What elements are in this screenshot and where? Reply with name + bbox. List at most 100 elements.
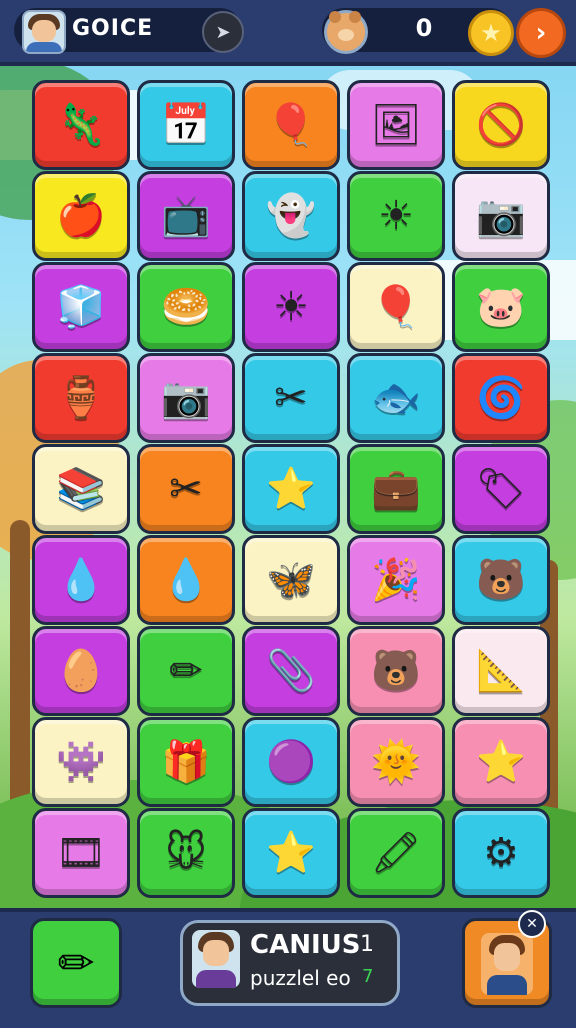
sun-icon: ☀ [378,193,414,239]
tile-black-bear-icon[interactable]: 🐻 [347,626,445,716]
player-card-count: 7 [362,966,374,987]
purple-ball-icon: 🟣 [266,739,316,785]
tile-vase-icon[interactable]: 🏺 [32,353,130,443]
tool-button[interactable]: ✏ [30,918,122,1008]
party-hat-icon: 🎉 [371,557,421,603]
tile-star-icon[interactable]: ⭐ [242,444,340,534]
tile-film-icon[interactable]: 🎞 [32,808,130,898]
black-bear-icon: 🐻 [371,648,421,694]
balloon-icon: 🎈 [266,102,316,148]
tile-balloon-stand-icon[interactable]: 🎈 [347,262,445,352]
camera-icon: 📷 [161,375,211,421]
balloon-stand-icon: 🎈 [371,284,421,330]
box-icon: 🧊 [56,284,106,330]
tile-star-icon[interactable]: ⭐ [452,717,550,807]
tile-scissors-icon[interactable]: ✂ [242,353,340,443]
tile-droplet-icon[interactable]: 💧 [137,535,235,625]
gear-icon: ⚙ [483,830,519,876]
tile-purple-ball-icon[interactable]: 🟣 [242,717,340,807]
tile-sun-icon[interactable]: ☀ [347,171,445,261]
sun-face-icon: 🌞 [371,739,421,785]
tile-tag-icon[interactable]: 🏷 [452,444,550,534]
tile-striped-card-icon[interactable]: 🚫 [452,80,550,170]
crayon-icon: 🖍 [370,830,422,876]
player-card-title: CANIUS [250,930,361,960]
scissors-icon: ✂ [169,466,203,512]
picture-card-icon: 🖼 [370,102,422,148]
sun-icon: ☀ [273,284,309,330]
butterfly-icon: 🦋 [266,557,316,603]
droplet-icon: 💧 [56,557,106,603]
close-icon[interactable]: ✕ [518,910,546,938]
tile-triangle-icon[interactable]: 📐 [452,626,550,716]
books-icon: 📚 [56,466,106,512]
tile-droplet-icon[interactable]: 💧 [32,535,130,625]
star-icon: ⭐ [266,466,316,512]
ghost-icon: 👻 [266,193,316,239]
tile-books-icon[interactable]: 📚 [32,444,130,534]
tile-mouse-icon[interactable]: 🐭 [137,808,235,898]
tile-calendar-icon[interactable]: 📅 [137,80,235,170]
apple-icon: 🍎 [56,193,106,239]
paperclip-icon: 📎 [266,648,316,694]
film-icon: 🎞 [55,830,107,876]
tile-party-hat-icon[interactable]: 🎉 [347,535,445,625]
tag-icon: 🏷 [475,466,527,512]
tile-fish-icon[interactable]: 🐟 [347,353,445,443]
green-creature-icon: 🦎 [56,102,106,148]
tile-bear-face-icon[interactable]: 🐻 [452,535,550,625]
scissors-icon: ✂ [274,375,308,421]
striped-card-icon: 🚫 [476,102,526,148]
camera-icon: 📷 [476,193,526,239]
tile-tv-icon[interactable]: 📺 [137,171,235,261]
face-bubble-icon: 🐷 [476,284,526,330]
tile-green-creature-icon[interactable]: 🦎 [32,80,130,170]
tile-monster-icon[interactable]: 👾 [32,717,130,807]
tile-sun-face-icon[interactable]: 🌞 [347,717,445,807]
tile-sun-icon[interactable]: ☀ [242,262,340,352]
tile-gift-box-icon[interactable]: 🎁 [137,717,235,807]
star-icon: ⭐ [266,830,316,876]
tv-icon: 📺 [161,193,211,239]
tile-balloon-icon[interactable]: 🎈 [242,80,340,170]
dome-icon: 🥯 [161,284,211,330]
tile-pinwheel-icon[interactable]: 🌀 [452,353,550,443]
tile-box-icon[interactable]: 🧊 [32,262,130,352]
mouse-icon: 🐭 [165,830,207,876]
player-card-level: 1 [360,932,374,957]
tile-dome-icon[interactable]: 🥯 [137,262,235,352]
player-avatar [192,930,240,988]
tile-egg-icon[interactable]: 🥚 [32,626,130,716]
tile-star-icon[interactable]: ⭐ [242,808,340,898]
tile-ghost-icon[interactable]: 👻 [242,171,340,261]
tile-camera-icon[interactable]: 📷 [452,171,550,261]
briefcase-icon: 💼 [371,466,421,512]
friend-avatar-icon [481,933,533,995]
crossed-pencils-icon: ✏ [57,937,95,989]
pencil-icon: ✏ [169,648,203,694]
bear-face-icon: 🐻 [476,557,526,603]
tile-gear-icon[interactable]: ⚙ [452,808,550,898]
tile-face-bubble-icon[interactable]: 🐷 [452,262,550,352]
pinwheel-icon: 🌀 [476,375,526,421]
vase-icon: 🏺 [56,375,106,421]
tile-camera-icon[interactable]: 📷 [137,353,235,443]
tile-apple-icon[interactable]: 🍎 [32,171,130,261]
monster-icon: 👾 [56,739,106,785]
tile-scissors-icon[interactable]: ✂ [137,444,235,534]
tile-briefcase-icon[interactable]: 💼 [347,444,445,534]
calendar-icon: 📅 [161,102,211,148]
tile-crayon-icon[interactable]: 🖍 [347,808,445,898]
player-card-subtitle: puzzlel eo [250,966,351,990]
fish-icon: 🐟 [371,375,421,421]
gift-box-icon: 🎁 [161,739,211,785]
tile-butterfly-icon[interactable]: 🦋 [242,535,340,625]
puzzle-board: 🦎 📅 🎈 🖼 🚫 🍎 📺 👻 ☀ 📷 🧊 🥯 ☀ 🎈 🐷 🏺 📷 ✂ 🐟 🌀 📚 ✂ ⭐ 💼 🏷 💧 💧 🦋 🎉 🐻 🥚 ✏ 📎 🐻 📐 👾 🎁 🟣 🌞 ⭐… [0,0,576,1024]
tile-paperclip-icon[interactable]: 📎 [242,626,340,716]
triangle-icon: 📐 [476,648,526,694]
egg-icon: 🥚 [56,648,106,694]
droplet-icon: 💧 [161,557,211,603]
star-icon: ⭐ [476,739,526,785]
tile-pencil-icon[interactable]: ✏ [137,626,235,716]
tile-picture-card-icon[interactable]: 🖼 [347,80,445,170]
